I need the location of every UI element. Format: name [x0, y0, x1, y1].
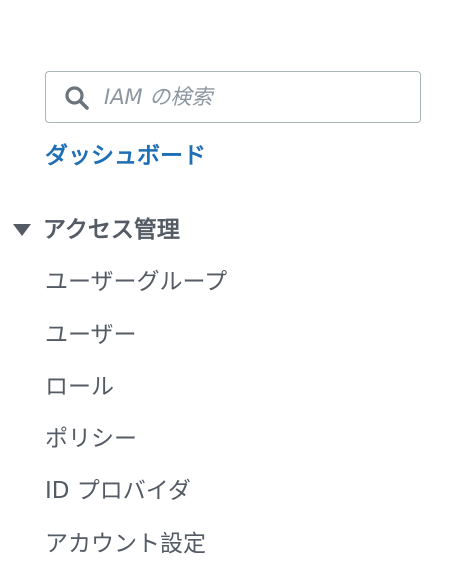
- nav-item-user-groups[interactable]: ユーザーグループ: [45, 266, 227, 298]
- search-icon: [65, 86, 89, 110]
- search-input[interactable]: [104, 72, 410, 122]
- nav-dashboard-link[interactable]: ダッシュボード: [45, 140, 206, 172]
- nav-item-policies[interactable]: ポリシー: [45, 423, 137, 455]
- nav-item-users[interactable]: ユーザー: [45, 319, 137, 351]
- section-access-management[interactable]: アクセス管理: [12, 214, 180, 246]
- nav-item-account-settings[interactable]: アカウント設定: [45, 528, 206, 560]
- section-title: アクセス管理: [43, 217, 180, 243]
- nav-item-identity-providers[interactable]: ID プロバイダ: [45, 475, 191, 507]
- caret-down-icon: [13, 224, 31, 236]
- search-box[interactable]: [45, 71, 421, 123]
- nav-item-roles[interactable]: ロール: [45, 371, 114, 403]
